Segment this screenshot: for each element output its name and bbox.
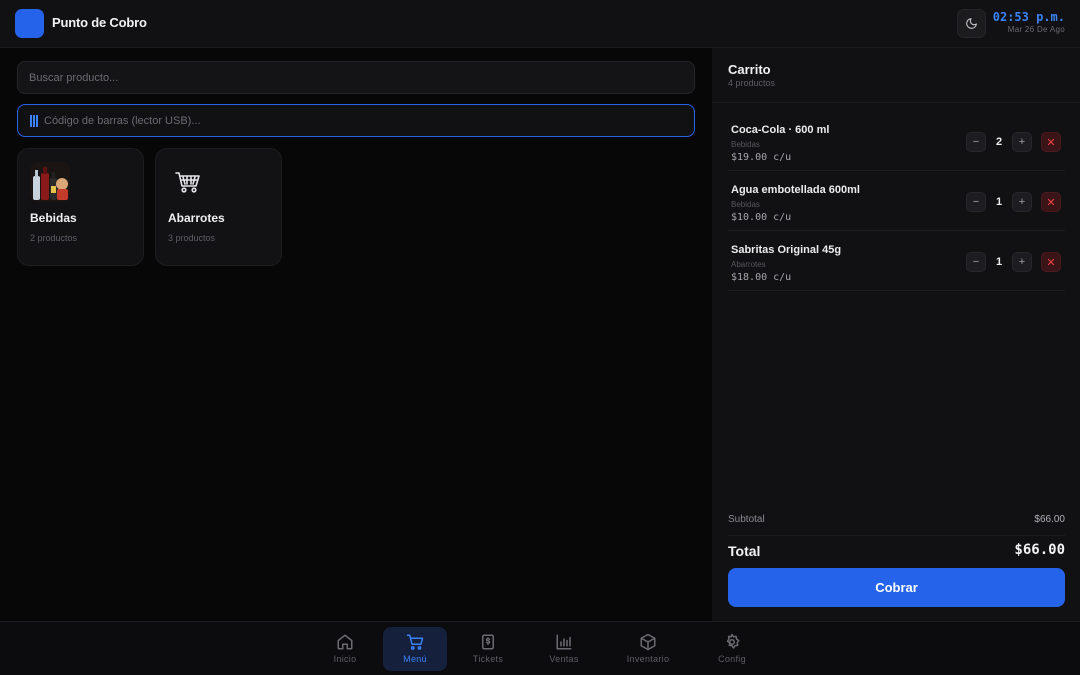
category-count: 3 productos — [168, 233, 216, 243]
cart-item-name: Agua embotellada 600ml — [731, 184, 860, 196]
decrease-qty-button[interactable]: − — [966, 132, 986, 152]
search-input[interactable] — [17, 61, 695, 94]
remove-item-button[interactable]: ✕ — [1041, 192, 1061, 212]
cart-title: Carrito — [728, 62, 771, 77]
nav-item-config[interactable]: Config — [700, 627, 764, 671]
category-card-abarrotes[interactable]: Abarrotes 3 productos — [155, 148, 282, 266]
cart-icon — [406, 634, 424, 650]
gear-icon — [726, 633, 740, 649]
subtotal-value: $66.00 — [1034, 514, 1065, 525]
nav-label: Inicio — [333, 654, 357, 664]
moon-icon — [966, 18, 977, 29]
cart-header: Carrito 4 productos — [712, 48, 1080, 103]
cart-item-price: $19.00 c/u — [731, 152, 792, 163]
cart-item-category: Bebidas — [731, 140, 760, 149]
barcode-field[interactable] — [17, 104, 695, 137]
nav-item-tickets[interactable]: Tickets — [456, 627, 520, 671]
nav-item-ventas[interactable]: Ventas — [532, 627, 596, 671]
receipt-icon — [482, 634, 494, 650]
bar-chart-icon — [556, 634, 572, 650]
cart-panel: Carrito 4 productos Coca-Cola · 600 ml B… — [712, 48, 1080, 621]
nav-item-menu[interactable]: Menú — [383, 627, 447, 671]
remove-item-button[interactable]: ✕ — [1041, 132, 1061, 152]
category-name: Abarrotes — [168, 211, 225, 225]
item-quantity: 2 — [995, 136, 1003, 148]
barcode-input[interactable] — [44, 114, 644, 127]
nav-label: Inventario — [626, 654, 670, 664]
nav-label: Menú — [403, 654, 427, 664]
cart-item: Agua embotellada 600ml Bebidas $10.00 c/… — [728, 171, 1065, 231]
bottom-nav: Inicio Menú Tickets Ventas Inventario Co… — [0, 621, 1080, 675]
shopping-cart-icon — [168, 162, 208, 202]
total-label: Total — [728, 543, 761, 559]
clock-time: 02:53 p.m. — [992, 10, 1065, 24]
charge-button[interactable]: Cobrar — [728, 568, 1065, 607]
beverages-image — [30, 162, 70, 202]
cart-item-price: $18.00 c/u — [731, 272, 792, 283]
decrease-qty-button[interactable]: − — [966, 252, 986, 272]
barcode-icon — [30, 114, 38, 127]
clock-date: Mar 26 De Ago — [1007, 25, 1065, 34]
cart-item-category: Bebidas — [731, 200, 760, 209]
item-quantity: 1 — [995, 196, 1003, 208]
cart-item-name: Sabritas Original 45g — [731, 244, 842, 256]
cart-item-name: Coca-Cola · 600 ml — [731, 124, 830, 136]
category-name: Bebidas — [30, 211, 77, 225]
category-count: 2 productos — [30, 233, 78, 243]
app-logo — [15, 9, 44, 38]
cart-item: Coca-Cola · 600 ml Bebidas $19.00 c/u − … — [728, 111, 1065, 171]
decrease-qty-button[interactable]: − — [966, 192, 986, 212]
nav-item-inventario[interactable]: Inventario — [616, 627, 680, 671]
increase-qty-button[interactable]: + — [1012, 192, 1032, 212]
item-quantity: 1 — [995, 256, 1003, 268]
nav-label: Config — [718, 654, 746, 664]
increase-qty-button[interactable]: + — [1012, 132, 1032, 152]
total-row: Total $66.00 — [728, 542, 1065, 562]
total-value: $66.00 — [1014, 542, 1065, 558]
category-card-bebidas[interactable]: Bebidas 2 productos — [17, 148, 144, 266]
top-bar: Punto de Cobro 02:53 p.m. Mar 26 De Ago — [0, 0, 1080, 48]
nav-label: Ventas — [549, 654, 579, 664]
app-title: Punto de Cobro — [52, 15, 147, 30]
box-icon — [640, 633, 656, 651]
cart-item-count: 4 productos — [728, 78, 776, 88]
subtotal-label: Subtotal — [728, 514, 765, 525]
cart-item-price: $10.00 c/u — [731, 212, 792, 223]
cart-item: Sabritas Original 45g Abarrotes $18.00 c… — [728, 231, 1065, 291]
products-panel: Bebidas 2 productos Abarrotes 3 producto… — [0, 48, 712, 621]
nav-label: Tickets — [472, 654, 504, 664]
theme-toggle-button[interactable] — [957, 9, 986, 38]
cart-item-category: Abarrotes — [731, 260, 766, 269]
subtotal-row: Subtotal $66.00 — [728, 510, 1065, 536]
increase-qty-button[interactable]: + — [1012, 252, 1032, 272]
remove-item-button[interactable]: ✕ — [1041, 252, 1061, 272]
home-icon — [337, 634, 353, 650]
nav-item-inicio[interactable]: Inicio — [313, 627, 377, 671]
